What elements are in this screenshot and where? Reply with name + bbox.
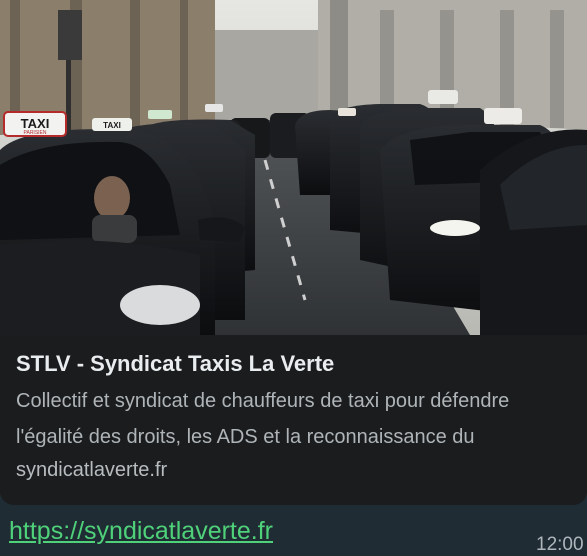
link-preview-domain: syndicatlaverte.fr [16, 459, 168, 481]
taxi-sign-text-2: TAXI [103, 121, 121, 130]
link-preview-title: STLV - Syndicat Taxis La Verte [16, 351, 335, 376]
link-preview-description: Collectif et syndicat de chauffeurs de t… [16, 390, 510, 448]
taxi-sign-text: TAXI [21, 116, 50, 131]
link-preview-text[interactable]: STLV - Syndicat Taxis La Verte Collectif… [0, 335, 587, 505]
taxi-sign-subtext: PARISIEN [24, 130, 47, 136]
preview-image[interactable]: TAXI PARISIEN TAXI [0, 0, 587, 335]
link-preview-card[interactable]: TAXI PARISIEN TAXI STLV - Syndicat Taxis… [0, 0, 587, 505]
message-link[interactable]: https://syndicatlaverte.fr [9, 517, 273, 546]
